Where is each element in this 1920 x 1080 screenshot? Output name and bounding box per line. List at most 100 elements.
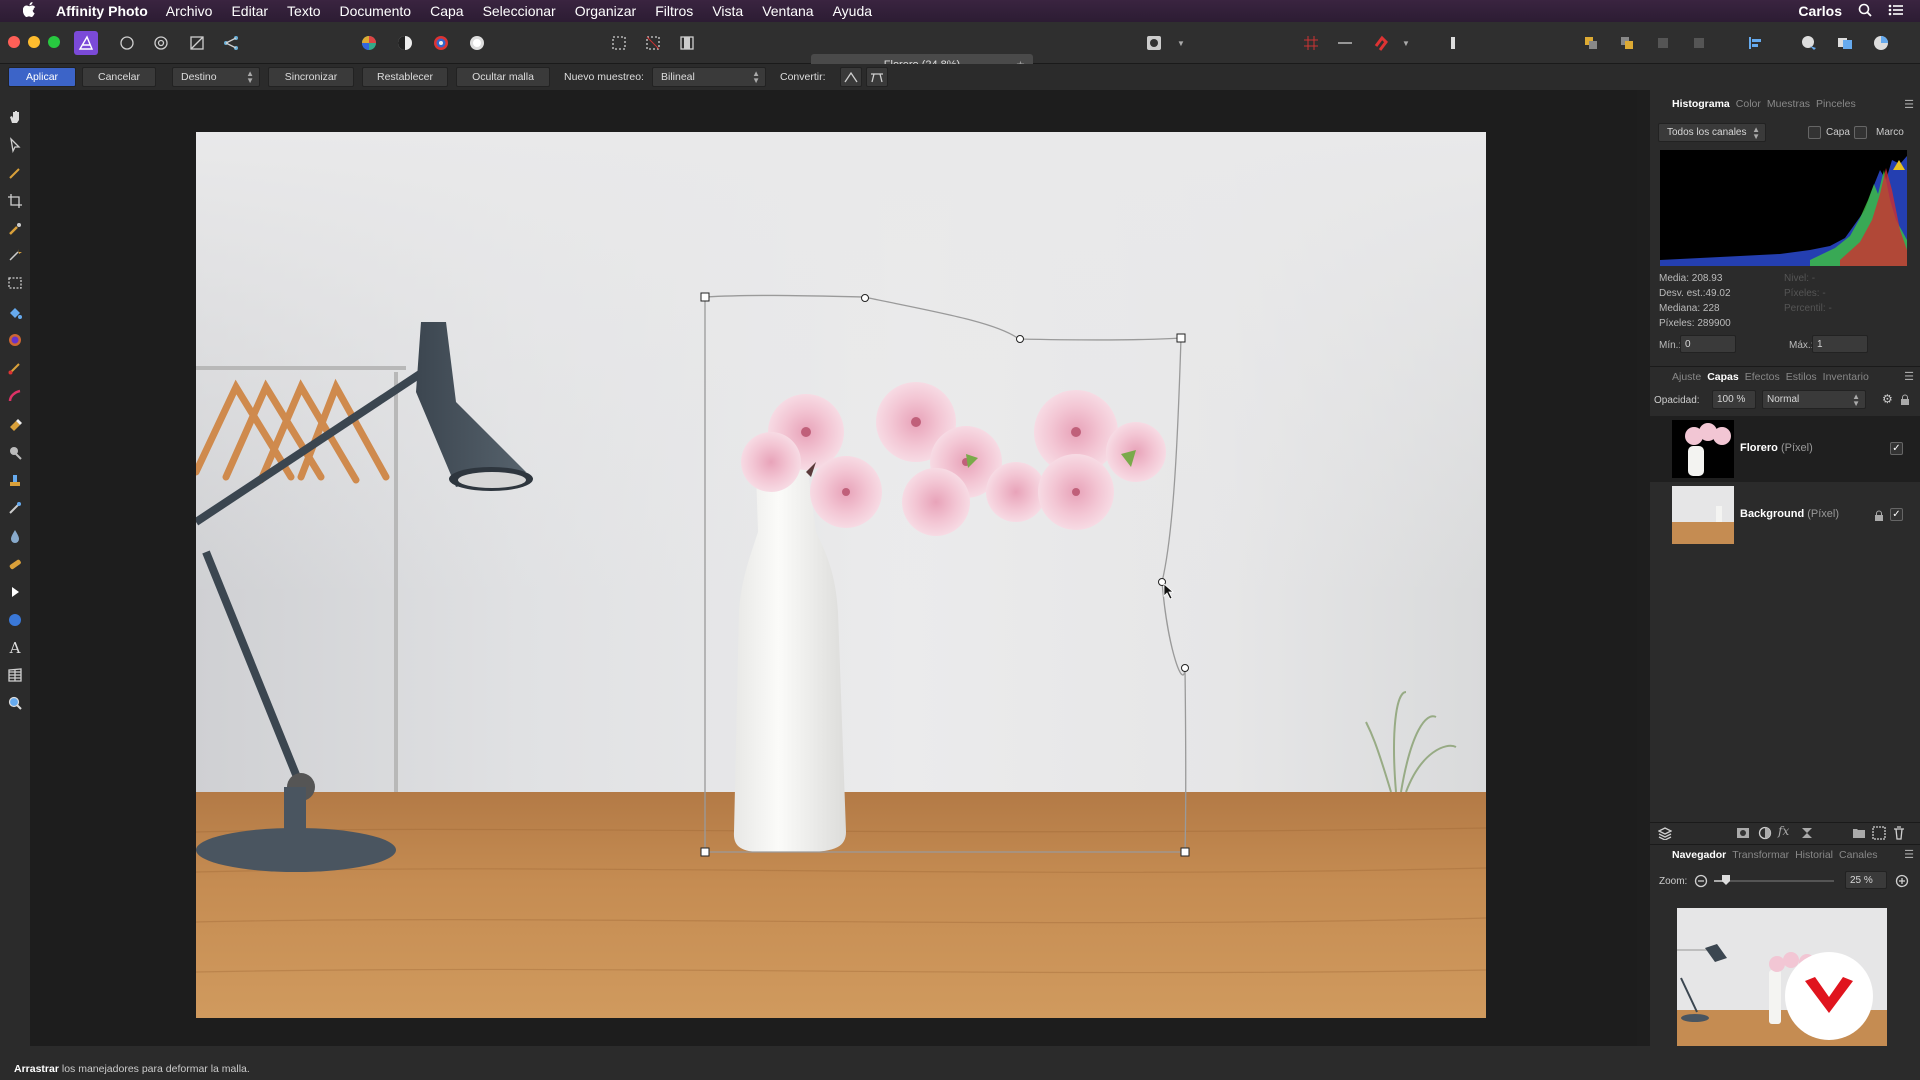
- close-window-button[interactable]: [8, 36, 20, 48]
- live-filter-icon[interactable]: [1800, 826, 1814, 845]
- warp-handle[interactable]: [1016, 335, 1024, 343]
- auto-contrast-icon[interactable]: [394, 32, 416, 54]
- tonemap-persona-icon[interactable]: [186, 32, 208, 54]
- color-replacement-tool-icon[interactable]: [5, 386, 25, 406]
- spotlight-icon[interactable]: [1858, 3, 1872, 20]
- tab-transformar[interactable]: Transformar: [1732, 849, 1789, 861]
- marquee-tool-icon[interactable]: [5, 273, 25, 293]
- trash-icon[interactable]: [1892, 826, 1906, 845]
- convert-smooth-button[interactable]: [866, 67, 888, 87]
- blend-mode-select[interactable]: Normal ▲ ▼: [1762, 390, 1866, 409]
- lock-icon[interactable]: [1900, 393, 1910, 411]
- auto-levels-icon[interactable]: [358, 32, 380, 54]
- layer-row[interactable]: Background (Píxel) ✓: [1650, 482, 1920, 548]
- auto-colors-icon[interactable]: [430, 32, 452, 54]
- document-canvas[interactable]: [196, 132, 1486, 1018]
- sync-button[interactable]: Sincronizar: [268, 67, 354, 87]
- paint-brush-tool-icon[interactable]: [5, 358, 25, 378]
- minimize-window-button[interactable]: [28, 36, 40, 48]
- snapping-magnet-icon[interactable]: [1370, 32, 1392, 54]
- user-interface-icon[interactable]: [1870, 32, 1892, 54]
- menu-organizar[interactable]: Organizar: [575, 3, 636, 19]
- fx-icon[interactable]: fx: [1778, 824, 1789, 838]
- erase-tool-icon[interactable]: [5, 414, 25, 434]
- arrange-back-icon[interactable]: [1580, 32, 1602, 54]
- view-tool-icon[interactable]: [5, 107, 25, 127]
- layer-checkbox[interactable]: [1808, 126, 1821, 139]
- develop-persona-icon[interactable]: [150, 32, 172, 54]
- photo-persona-icon[interactable]: [74, 31, 98, 55]
- menu-editar[interactable]: Editar: [231, 3, 268, 19]
- tab-navegador[interactable]: Navegador: [1672, 849, 1726, 861]
- tab-color[interactable]: Color: [1736, 98, 1761, 110]
- gradient-tool-icon[interactable]: [5, 330, 25, 350]
- tab-efectos[interactable]: Efectos: [1745, 371, 1780, 383]
- tab-canales[interactable]: Canales: [1839, 849, 1878, 861]
- add-pixel-layer-icon[interactable]: [1872, 826, 1886, 845]
- arrange-top-icon[interactable]: [1688, 32, 1710, 54]
- tab-histograma[interactable]: Histograma: [1672, 98, 1730, 110]
- mesh-warp-tool-icon[interactable]: [5, 665, 25, 685]
- zoom-window-button[interactable]: [48, 36, 60, 48]
- view-mode-icon[interactable]: [1144, 32, 1164, 54]
- tab-historial[interactable]: Historial: [1795, 849, 1833, 861]
- clone-tool-icon[interactable]: [5, 470, 25, 490]
- opacity-select[interactable]: 100 %: [1712, 390, 1756, 409]
- warp-handle[interactable]: [1181, 664, 1189, 672]
- max-input[interactable]: 1: [1812, 335, 1868, 353]
- warp-node[interactable]: [700, 847, 710, 857]
- target-select[interactable]: Destino ▲ ▼: [172, 67, 260, 87]
- menu-vista[interactable]: Vista: [712, 3, 743, 19]
- move-tool-icon[interactable]: [5, 135, 25, 155]
- control-center-icon[interactable]: [1888, 3, 1904, 20]
- resample-select[interactable]: Bilineal ▲ ▼: [652, 67, 766, 87]
- liquify-persona-icon[interactable]: [116, 32, 138, 54]
- view-mode-dropdown-icon[interactable]: ▼: [1176, 32, 1186, 54]
- blur-tool-icon[interactable]: [5, 526, 25, 546]
- refine-selection-icon[interactable]: [676, 32, 698, 54]
- zoom-slider[interactable]: [1714, 875, 1834, 885]
- healing-tool-icon[interactable]: [5, 554, 25, 574]
- cancel-button[interactable]: Cancelar: [82, 67, 156, 87]
- tab-muestras[interactable]: Muestras: [1767, 98, 1810, 110]
- color-picker-tool-icon[interactable]: [5, 163, 25, 183]
- guides-icon[interactable]: [1334, 32, 1356, 54]
- layer-visibility-checkbox[interactable]: ✓: [1890, 442, 1903, 455]
- selection-mode-icon[interactable]: [608, 32, 630, 54]
- zoom-slider-thumb[interactable]: [1722, 875, 1730, 885]
- warp-node[interactable]: [1180, 847, 1190, 857]
- flood-select-tool-icon[interactable]: [5, 245, 25, 265]
- crop-tool-icon[interactable]: [5, 191, 25, 211]
- channels-select[interactable]: Todos los canales ▲ ▼: [1658, 123, 1766, 142]
- menu-ayuda[interactable]: Ayuda: [833, 3, 872, 19]
- menu-filtros[interactable]: Filtros: [655, 3, 693, 19]
- dodge-tool-icon[interactable]: [5, 442, 25, 462]
- flood-fill-tool-icon[interactable]: [5, 303, 25, 323]
- menu-archivo[interactable]: Archivo: [166, 3, 213, 19]
- gear-icon[interactable]: ⚙: [1882, 392, 1893, 406]
- warp-node[interactable]: [700, 292, 710, 302]
- layer-row[interactable]: Florero (Píxel) ✓: [1650, 416, 1920, 482]
- menu-seleccionar[interactable]: Seleccionar: [483, 3, 556, 19]
- text-tool-icon[interactable]: A: [5, 638, 25, 658]
- boolean-icon[interactable]: [1834, 32, 1856, 54]
- warp-node[interactable]: [1176, 333, 1186, 343]
- min-input[interactable]: 0: [1680, 335, 1736, 353]
- navigator-preview[interactable]: [1677, 908, 1887, 1046]
- reset-button[interactable]: Restablecer: [362, 67, 448, 87]
- app-name[interactable]: Affinity Photo: [56, 3, 148, 19]
- zoom-in-icon[interactable]: [1895, 874, 1909, 893]
- menu-capa[interactable]: Capa: [430, 3, 463, 19]
- adjustment-icon[interactable]: [1758, 826, 1772, 845]
- apple-icon[interactable]: [20, 2, 38, 20]
- selection-brush-tool-icon[interactable]: [5, 219, 25, 239]
- menu-texto[interactable]: Texto: [287, 3, 320, 19]
- menu-documento[interactable]: Documento: [340, 3, 412, 19]
- arrange-front-icon[interactable]: [1652, 32, 1674, 54]
- snapping-grid-icon[interactable]: [1300, 32, 1322, 54]
- tab-capas[interactable]: Capas: [1707, 371, 1739, 383]
- tab-estilos[interactable]: Estilos: [1786, 371, 1817, 383]
- smudge-tool-icon[interactable]: [5, 498, 25, 518]
- panel-menu-icon[interactable]: ☰: [1904, 848, 1914, 861]
- context-toolbar-toggle-icon[interactable]: [1442, 32, 1464, 54]
